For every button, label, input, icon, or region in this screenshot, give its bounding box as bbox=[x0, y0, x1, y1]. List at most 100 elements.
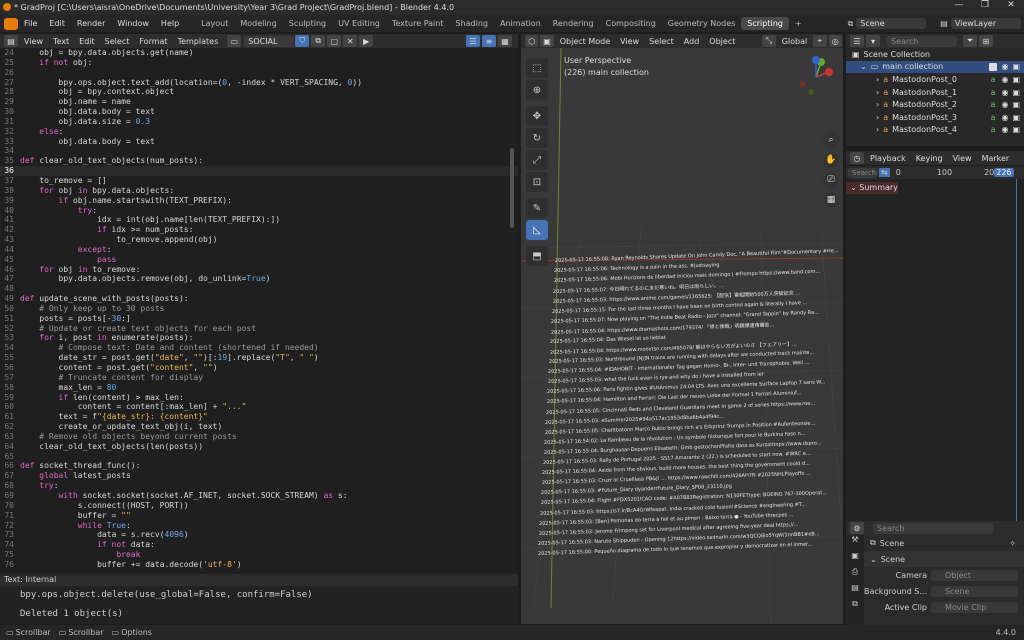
collection-checkbox[interactable] bbox=[989, 62, 998, 71]
tab-shading[interactable]: Shading bbox=[449, 17, 494, 30]
snap-icon[interactable]: ⌖ bbox=[813, 35, 827, 47]
menu-render[interactable]: Render bbox=[71, 19, 111, 28]
editor-type-icon[interactable]: ▤ bbox=[4, 35, 18, 47]
neg-y-axis-handle[interactable] bbox=[808, 89, 814, 95]
code-line[interactable]: 39 if obj.name.startswith(TEXT_PREFIX): bbox=[0, 196, 518, 206]
eye-icon[interactable]: ◉ bbox=[1001, 88, 1008, 97]
tab-compositing[interactable]: Compositing bbox=[600, 17, 662, 30]
code-line[interactable]: 33 obj.data.body = text bbox=[0, 137, 518, 147]
tool-tab-icon[interactable]: ⚒ bbox=[846, 535, 864, 551]
code-line[interactable]: 56 content = post.get("content", "") bbox=[0, 363, 518, 373]
viewport-editor-type-icon[interactable]: ⬡ bbox=[525, 35, 539, 47]
chevron-right-icon[interactable]: › bbox=[876, 113, 879, 122]
tab-modeling[interactable]: Modeling bbox=[234, 17, 282, 30]
tab-texture-paint[interactable]: Texture Paint bbox=[386, 17, 450, 30]
camera-icon[interactable]: ▣ bbox=[1012, 100, 1020, 109]
output-tab-icon[interactable]: ⎙ bbox=[846, 567, 864, 583]
pin-icon[interactable]: ✧ bbox=[1009, 539, 1016, 548]
code-line[interactable]: 74 if not data: bbox=[0, 540, 518, 550]
open-text-icon[interactable]: ▢ bbox=[327, 35, 342, 47]
channel-search-input[interactable]: Search bbox=[848, 167, 878, 178]
navigation-gizmo[interactable] bbox=[791, 52, 841, 102]
camera-field[interactable]: Object bbox=[931, 569, 1018, 581]
code-line[interactable]: 71 buffer = "" bbox=[0, 511, 518, 521]
menu-edit-text[interactable]: Edit bbox=[74, 37, 100, 46]
code-line[interactable]: 47 bpy.data.objects.remove(obj, do_unlin… bbox=[0, 274, 518, 284]
syntax-highlight-toggle-icon[interactable]: ▦ bbox=[498, 35, 512, 47]
outliner-object-row[interactable]: › a MastodonPost_4 a ◉ ▣ bbox=[846, 124, 1024, 137]
outliner[interactable]: ▣ Scene Collection ⌄ ▭ main collection ◉… bbox=[846, 48, 1024, 146]
display-mode-icon[interactable]: ▾ bbox=[866, 35, 880, 47]
background-scene-field[interactable]: Scene bbox=[931, 585, 1018, 597]
line-numbers-toggle-icon[interactable]: ☰ bbox=[466, 35, 480, 47]
python-console[interactable]: bpy.ops.object.delete(use_global=False, … bbox=[0, 586, 518, 624]
menu-format[interactable]: Format bbox=[134, 37, 172, 46]
close-button[interactable]: ✕ bbox=[998, 0, 1024, 10]
blender-menu-icon[interactable] bbox=[4, 17, 18, 30]
menu-playback[interactable]: Playback bbox=[865, 154, 911, 163]
camera-icon[interactable]: ▣ bbox=[1012, 62, 1020, 71]
code-line[interactable]: 28 obj = bpy.context.object bbox=[0, 87, 518, 97]
code-line[interactable]: 48 bbox=[0, 284, 518, 294]
menu-keying[interactable]: Keying bbox=[911, 154, 948, 163]
eye-icon[interactable]: ◉ bbox=[1001, 125, 1008, 134]
code-line[interactable]: 30 obj.data.body = text bbox=[0, 107, 518, 117]
menu-help[interactable]: Help bbox=[155, 19, 185, 28]
code-line[interactable]: 72 while True: bbox=[0, 521, 518, 531]
code-line[interactable]: 59 if len(content) > max_len: bbox=[0, 393, 518, 403]
camera-icon[interactable]: ▣ bbox=[1012, 88, 1020, 97]
properties-search-input[interactable]: Search bbox=[873, 522, 993, 534]
camera-icon[interactable]: ▣ bbox=[1012, 75, 1020, 84]
tab-geometry-nodes[interactable]: Geometry Nodes bbox=[662, 17, 741, 30]
proportional-edit-icon[interactable]: ◎ bbox=[828, 35, 842, 47]
tab-rendering[interactable]: Rendering bbox=[547, 17, 600, 30]
menu-file[interactable]: File bbox=[18, 19, 43, 28]
maximize-button[interactable]: ❐ bbox=[972, 0, 998, 10]
filter-icon[interactable]: ⏷ bbox=[963, 35, 977, 47]
code-line[interactable]: 55 date_str = post.get("date", "")[:19].… bbox=[0, 353, 518, 363]
properties-editor-type-icon[interactable]: ⚙ bbox=[850, 522, 864, 534]
perspective-toggle-icon[interactable]: ▦ bbox=[823, 192, 839, 208]
text-datablock-icon[interactable]: ▭ bbox=[227, 35, 242, 47]
code-line[interactable]: 64 clear_old_text_objects(len(posts)) bbox=[0, 442, 518, 452]
cursor-tool[interactable]: ⊕ bbox=[526, 80, 548, 100]
scene-selector[interactable]: Scene bbox=[856, 18, 927, 29]
code-line[interactable]: 46 for obj in to_remove: bbox=[0, 265, 518, 275]
code-line[interactable]: 49 def update_scene_with_posts(posts): bbox=[0, 294, 518, 304]
add-workspace-button[interactable]: + bbox=[789, 17, 808, 30]
duplicate-text-icon[interactable]: ⧉ bbox=[311, 35, 326, 47]
z-axis-handle[interactable] bbox=[812, 56, 820, 64]
text-name-field[interactable]: SOCIAL bbox=[244, 35, 295, 47]
code-line[interactable]: 73 data = s.recv(4096) bbox=[0, 530, 518, 540]
select-box-tool[interactable]: ⬚ bbox=[526, 58, 548, 78]
viewport-menu-select[interactable]: Select bbox=[644, 37, 679, 46]
camera-icon[interactable]: ▣ bbox=[1012, 113, 1020, 122]
code-line[interactable]: 43 to_remove.append(obj) bbox=[0, 235, 518, 245]
properties-panel[interactable]: ⧉ Scene ✧ ⌄ Scene Camera Object Backgrou… bbox=[846, 535, 1024, 625]
scale-tool[interactable]: ⤢ bbox=[526, 150, 548, 170]
outliner-search-input[interactable]: Search bbox=[887, 35, 957, 47]
code-line[interactable]: 57 # Truncate content for display bbox=[0, 373, 518, 383]
menu-view[interactable]: View bbox=[19, 37, 48, 46]
scene-panel-header[interactable]: ⌄ Scene bbox=[846, 551, 1024, 567]
eye-icon[interactable]: ◉ bbox=[1001, 62, 1008, 71]
current-frame-indicator[interactable]: 226 bbox=[994, 168, 1014, 177]
code-line[interactable]: 44 except: bbox=[0, 245, 518, 255]
code-line[interactable]: 31 obj.data.size = 0.3 bbox=[0, 117, 518, 127]
code-line[interactable]: 69 with socket.socket(socket.AF_INET, so… bbox=[0, 491, 518, 501]
3d-viewport[interactable]: User Perspective (226) main collection ⬚… bbox=[521, 48, 843, 624]
code-line[interactable]: 51 posts = posts[-30:] bbox=[0, 314, 518, 324]
menu-text[interactable]: Text bbox=[48, 37, 74, 46]
code-scrollbar[interactable] bbox=[510, 148, 514, 228]
view-layer-tab-icon[interactable]: ▤ bbox=[846, 583, 864, 599]
eye-icon[interactable]: ◉ bbox=[1001, 100, 1008, 109]
code-line[interactable]: 63 # Remove old objects beyond current p… bbox=[0, 432, 518, 442]
menu-select[interactable]: Select bbox=[100, 37, 135, 46]
viewport-menu-add[interactable]: Add bbox=[679, 37, 705, 46]
code-line[interactable]: 26 bbox=[0, 68, 518, 78]
outliner-object-row[interactable]: › a MastodonPost_0 a ◉ ▣ bbox=[846, 73, 1024, 86]
menu-view-timeline[interactable]: View bbox=[948, 154, 977, 163]
code-line[interactable]: 61 text = f"{date_str}: {content}" bbox=[0, 412, 518, 422]
tab-scripting[interactable]: Scripting bbox=[741, 17, 789, 30]
code-line[interactable]: 25 if not obj: bbox=[0, 58, 518, 68]
